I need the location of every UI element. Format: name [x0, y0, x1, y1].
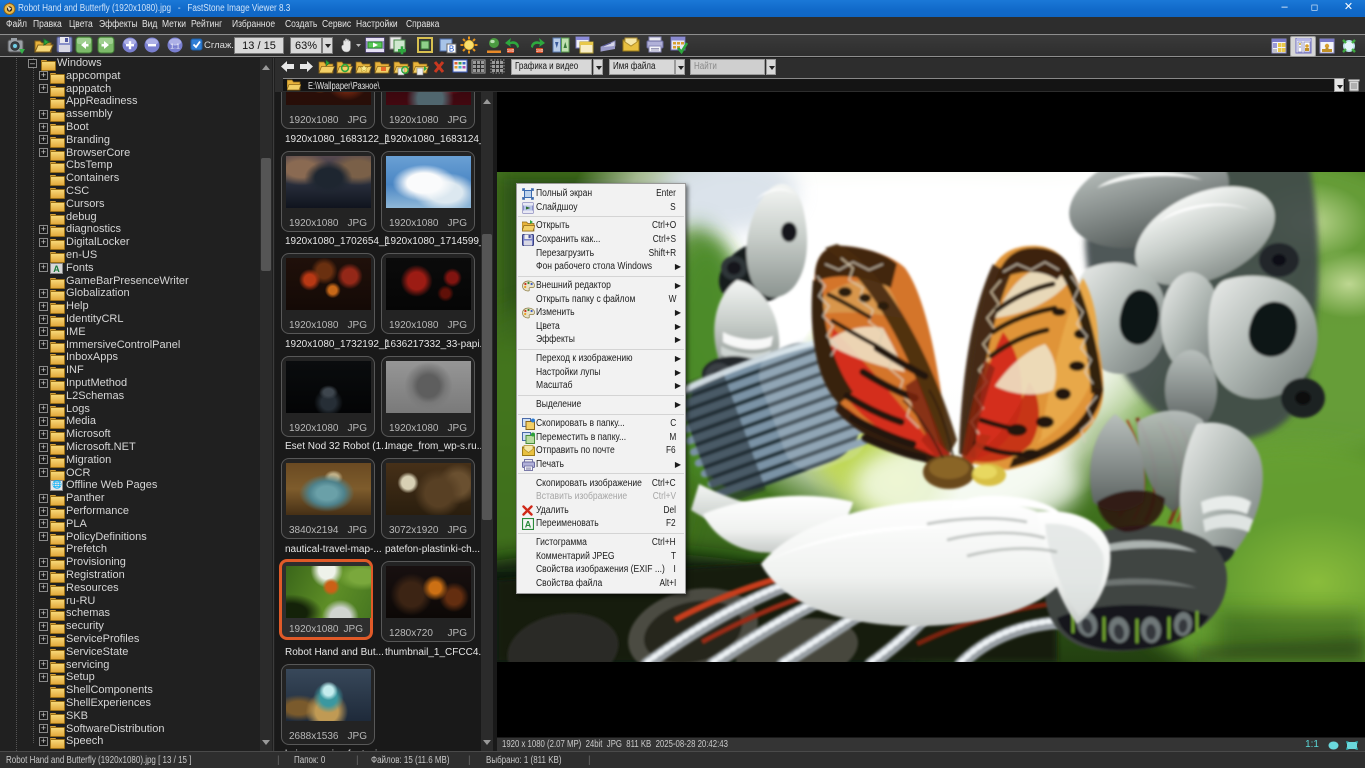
svg-text:Сглаж.: Сглаж.: [204, 40, 234, 51]
svg-text:180: 180: [536, 48, 544, 53]
svg-text:A: A: [525, 520, 532, 530]
svg-text:1:1: 1:1: [170, 44, 180, 51]
svg-text:180: 180: [507, 48, 515, 53]
svg-text:B: B: [449, 45, 454, 54]
